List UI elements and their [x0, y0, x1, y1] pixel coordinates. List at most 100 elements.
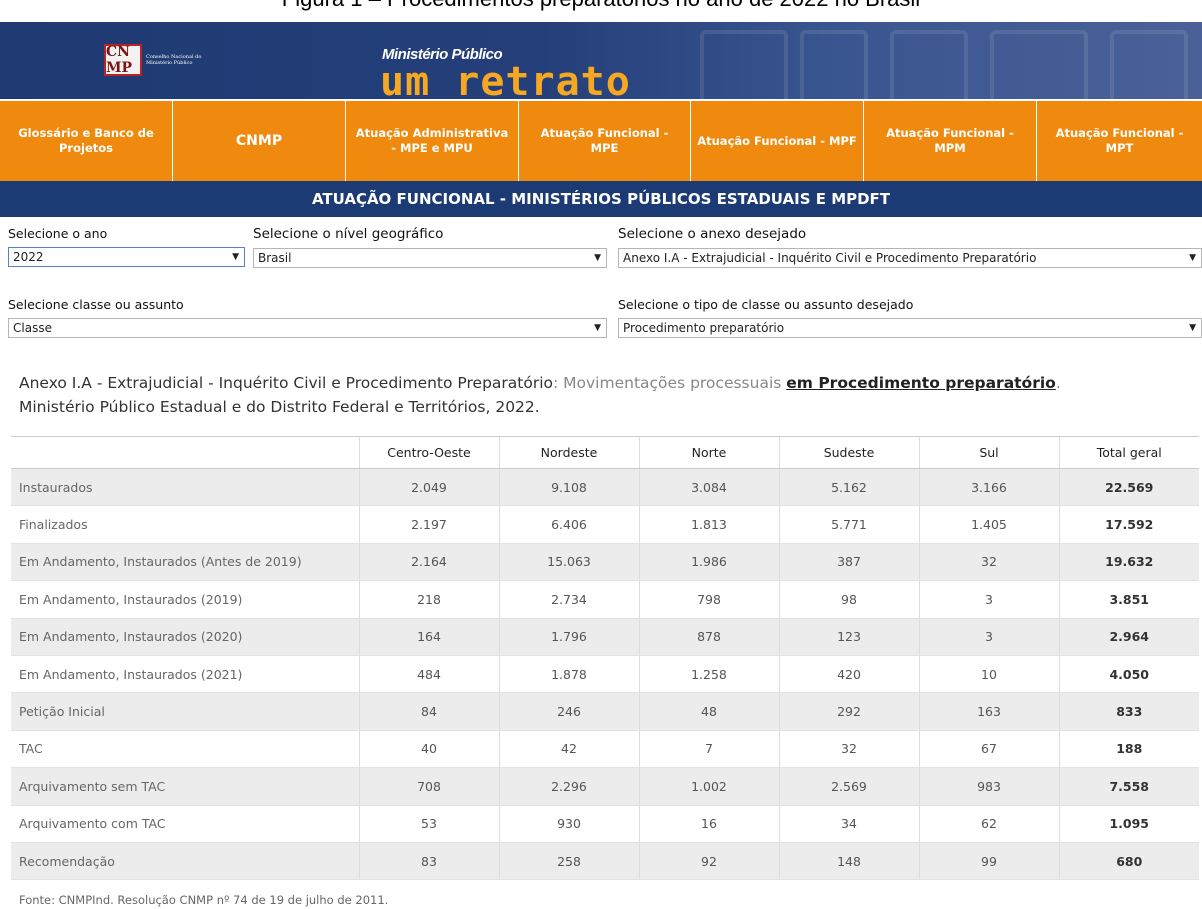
table-title-line2: Ministério Público Estadual e do Distrit… — [19, 398, 540, 416]
source-note: Fonte: CNMPInd. Resolução CNMP nº 74 de … — [19, 893, 389, 907]
row-label: Arquivamento com TAC — [11, 805, 359, 843]
table-cell: 163 — [918, 692, 1059, 731]
total-cell: 2.964 — [1058, 618, 1199, 656]
total-cell: 188 — [1058, 730, 1199, 769]
total-cell: 833 — [1058, 692, 1199, 731]
column-header: Centro-Oeste — [358, 436, 499, 469]
year-filter-label: Selecione o ano — [8, 226, 108, 241]
table-cell: 42 — [498, 730, 639, 769]
row-label: Em Andamento, Instaurados (2019) — [11, 580, 359, 619]
table-cell: 16 — [638, 805, 779, 843]
table-title: Anexo I.A - Extrajudicial - Inquérito Ci… — [19, 371, 1199, 419]
table-row: Arquivamento sem TAC 708 2.296 1.002 2.569 98… — [11, 767, 1199, 806]
chevron-down-icon: ▼ — [232, 252, 239, 262]
type-select-value: Procedimento preparatório — [623, 321, 785, 335]
table-header-row: Centro-Oeste Nordeste Norte Sudeste Sul … — [11, 436, 1199, 469]
year-select[interactable]: 2022 ▼ — [8, 247, 245, 267]
total-cell: 19.632 — [1058, 543, 1199, 582]
annex-select[interactable]: Anexo I.A - Extrajudicial - Inquérito Ci… — [618, 248, 1202, 268]
nav-cnmp[interactable]: CNMP — [173, 101, 345, 181]
annex-select-value: Anexo I.A - Extrajudicial - Inquérito Ci… — [623, 251, 1037, 265]
table-cell: 2.569 — [778, 767, 919, 806]
geo-select-value: Brasil — [258, 251, 292, 265]
column-header: Sudeste — [778, 436, 919, 469]
column-header: Sul — [918, 436, 1059, 469]
table-cell: 484 — [358, 655, 499, 694]
table-cell: 9.108 — [498, 468, 639, 507]
table-cell: 3 — [918, 618, 1059, 656]
column-header — [11, 436, 359, 469]
nav-atuacao-funcional-mpt[interactable]: Atuação Funcional - MPT — [1037, 101, 1202, 181]
table-cell: 3.166 — [918, 468, 1059, 507]
table-cell: 15.063 — [498, 543, 639, 582]
table-cell: 99 — [918, 842, 1059, 881]
table-cell: 2.164 — [358, 543, 499, 582]
banner-decoration — [990, 30, 1088, 99]
figure-caption: Figura 1 – Procedimentos preparatórios n… — [0, 0, 1202, 12]
cnmp-logo-text: Conselho Nacional do Ministério Público — [146, 54, 202, 66]
table-cell: 6.406 — [498, 505, 639, 544]
table-row: Instaurados 2.049 9.108 3.084 5.162 3.166 22.5… — [11, 468, 1199, 507]
movements-table: Centro-Oeste Nordeste Norte Sudeste Sul … — [11, 436, 1199, 881]
cnmp-logo: CN MP Conselho Nacional do Ministério Pú… — [104, 44, 206, 76]
total-cell: 680 — [1058, 842, 1199, 881]
table-row: Recomendação 83 258 92 148 99 680 — [11, 842, 1199, 881]
nav-atuacao-funcional-mpe[interactable]: Atuação Funcional - MPE — [519, 101, 690, 181]
row-label: Em Andamento, Instaurados (2020) — [11, 618, 359, 656]
table-cell: 1.878 — [498, 655, 639, 694]
table-cell: 2.296 — [498, 767, 639, 806]
banner-decoration — [800, 30, 868, 99]
table-cell: 32 — [918, 543, 1059, 582]
table-title-annex: Anexo I.A - Extrajudicial - Inquérito Ci… — [19, 374, 553, 392]
table-title-link[interactable]: em Procedimento preparatório — [786, 374, 1056, 392]
table-cell: 1.002 — [638, 767, 779, 806]
table-cell: 40 — [358, 730, 499, 769]
table-cell: 53 — [358, 805, 499, 843]
table-cell: 48 — [638, 692, 779, 731]
year-select-value: 2022 — [13, 250, 44, 264]
annex-filter-label: Selecione o anexo desejado — [618, 226, 807, 242]
table-cell: 1.986 — [638, 543, 779, 582]
table-row: Petição Inicial 84 246 48 292 163 833 — [11, 692, 1199, 731]
type-select[interactable]: Procedimento preparatório ▼ — [618, 318, 1202, 338]
geo-filter-label: Selecione o nível geográfico — [253, 226, 444, 242]
table-row: Em Andamento, Instaurados (2019) 218 2.734… — [11, 580, 1199, 619]
row-label: Recomendação — [11, 842, 359, 881]
banner-decoration — [700, 30, 788, 99]
class-select[interactable]: Classe ▼ — [8, 318, 607, 338]
table-cell: 983 — [918, 767, 1059, 806]
table-row: Em Andamento, Instaurados (Antes de 2019… — [11, 543, 1199, 582]
table-cell: 1.813 — [638, 505, 779, 544]
row-label: TAC — [11, 730, 359, 769]
row-label: Instaurados — [11, 468, 359, 507]
nav-atuacao-funcional-mpm[interactable]: Atuação Funcional - MPM — [864, 101, 1036, 181]
cnmp-logo-mark: CN MP — [104, 44, 142, 76]
row-label: Em Andamento, Instaurados (2021) — [11, 655, 359, 694]
table-row: Em Andamento, Instaurados (2021) 484 1.878… — [11, 655, 1199, 694]
total-cell: 7.558 — [1058, 767, 1199, 806]
table-cell: 123 — [778, 618, 919, 656]
banner-decoration — [890, 30, 968, 99]
nav-glossario[interactable]: Glossário e Banco de Projetos — [0, 101, 172, 181]
column-header: Total geral — [1058, 436, 1199, 469]
column-header: Norte — [638, 436, 779, 469]
table-cell: 67 — [918, 730, 1059, 769]
table-cell: 798 — [638, 580, 779, 619]
table-cell: 387 — [778, 543, 919, 582]
nav-atuacao-administrativa[interactable]: Atuação Administrativa - MPE e MPU — [346, 101, 518, 181]
geo-select[interactable]: Brasil ▼ — [253, 248, 607, 268]
row-label: Petição Inicial — [11, 692, 359, 731]
banner-decoration — [1110, 30, 1188, 99]
table-cell: 1.796 — [498, 618, 639, 656]
row-label: Em Andamento, Instaurados (Antes de 2019… — [11, 543, 359, 582]
table-row: Em Andamento, Instaurados (2020) 164 1.796… — [11, 618, 1199, 656]
table-cell: 62 — [918, 805, 1059, 843]
table-cell: 5.771 — [778, 505, 919, 544]
nav-atuacao-funcional-mpf[interactable]: Atuação Funcional - MPF — [691, 101, 863, 181]
table-row: Finalizados 2.197 6.406 1.813 5.771 1.405 17.5… — [11, 505, 1199, 544]
top-nav: Glossário e Banco de Projetos CNMP Atuaç… — [0, 101, 1202, 181]
total-cell: 17.592 — [1058, 505, 1199, 544]
total-cell: 3.851 — [1058, 580, 1199, 619]
column-header: Nordeste — [498, 436, 639, 469]
table-cell: 84 — [358, 692, 499, 731]
